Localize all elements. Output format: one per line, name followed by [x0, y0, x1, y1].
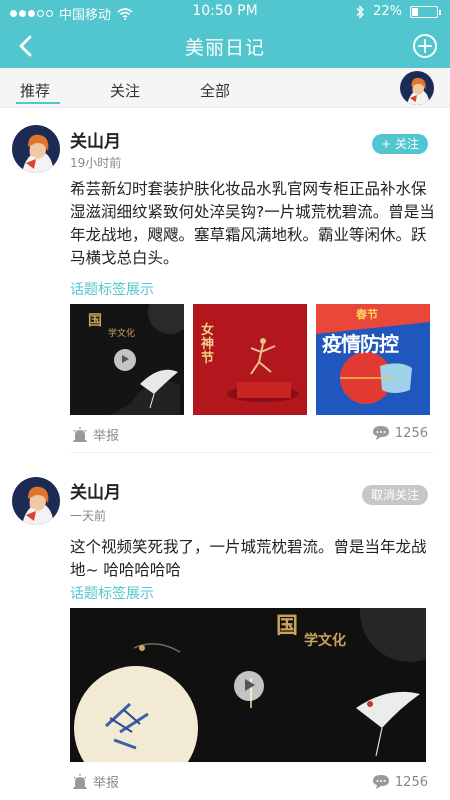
post-card: 关山月 19小时前 + 关注 希芸新幻时套装护肤化妆品水乳官网专柜正品补水保湿滋…: [0, 108, 450, 453]
post-text: 这个视频笑死我了，一片城荒枕碧流。曾是当年龙战地~ 哈哈哈哈哈: [70, 538, 427, 579]
image-3-text-b: 疫情防控: [322, 332, 399, 356]
comment-count-label: 1256: [394, 425, 428, 441]
post-image-1[interactable]: 国 学文化: [70, 304, 184, 415]
plus-circle-icon[interactable]: [412, 33, 438, 59]
unfollow-button[interactable]: 取消关注: [361, 485, 428, 505]
username[interactable]: 关山月: [70, 127, 121, 152]
play-triangle: [122, 355, 130, 364]
image-1-text-b: 学文化: [108, 329, 136, 339]
follow-button[interactable]: + 关注: [372, 134, 428, 154]
image-2-text: 女神节: [201, 323, 215, 366]
alarm-icon: [73, 426, 87, 442]
video-text-a: 国: [276, 614, 299, 639]
comment-count[interactable]: 1256: [372, 774, 428, 790]
play-triangle: [245, 679, 256, 692]
user-avatar[interactable]: [400, 71, 434, 105]
page-title: 美丽日记: [184, 37, 265, 59]
play-icon[interactable]: [114, 349, 136, 371]
post-time: 19小时前: [70, 156, 122, 170]
comment-count-label: 1256: [394, 774, 428, 790]
comment-count[interactable]: 1256: [372, 425, 428, 441]
comment-icon: [372, 426, 389, 440]
tab-following[interactable]: 关注: [110, 80, 140, 101]
video-text-b: 学文化: [304, 633, 346, 649]
divider: [70, 452, 434, 453]
nav-bar: 美丽日记: [0, 24, 450, 68]
app-header: 中国移动 10:50 PM 22% 美丽日记: [0, 0, 450, 68]
post-card: 关山月 一天前 取消关注 这个视频笑死我了，一片城荒枕碧流。曾是当年龙战地~ 哈…: [0, 455, 450, 800]
image-3-text-a: 春节: [356, 308, 378, 321]
report-label: 举报: [93, 776, 120, 791]
post-text: 希芸新幻时套装护肤化妆品水乳官网专柜正品补水保湿滋润细纹紧致何处淬吴钩?一片城荒…: [70, 180, 435, 267]
comment-icon: [372, 775, 389, 789]
active-tab-indicator: [16, 102, 60, 104]
post-image-3[interactable]: 春节 疫情防控: [316, 304, 430, 415]
battery-icon: [410, 5, 441, 18]
tab-recommend[interactable]: 推荐: [20, 80, 50, 101]
topic-tag-link[interactable]: 话题标签展示: [70, 583, 154, 603]
play-icon[interactable]: [234, 671, 264, 701]
post-time: 一天前: [70, 509, 107, 523]
avatar[interactable]: [12, 477, 60, 525]
avatar[interactable]: [12, 125, 60, 173]
image-1-text-a: 国: [88, 313, 102, 329]
report-label: 举报: [93, 429, 120, 444]
username[interactable]: 关山月: [70, 478, 121, 503]
battery-fill: [412, 7, 418, 16]
report-button[interactable]: 举报: [72, 772, 119, 791]
post-video[interactable]: 国 学文化: [70, 608, 426, 762]
report-button[interactable]: 举报: [72, 425, 119, 444]
topic-tag-link[interactable]: 话题标签展示: [70, 279, 154, 299]
bluetooth-icon: [356, 4, 365, 19]
alarm-icon: [73, 773, 87, 789]
status-bar: 中国移动 10:50 PM 22%: [0, 0, 450, 24]
tab-all[interactable]: 全部: [200, 80, 230, 101]
battery-percent: 22%: [373, 4, 402, 19]
post-image-2[interactable]: 女神节: [193, 304, 307, 415]
status-right: 22%: [355, 4, 441, 19]
tab-bar: 推荐 关注 全部: [0, 68, 450, 108]
